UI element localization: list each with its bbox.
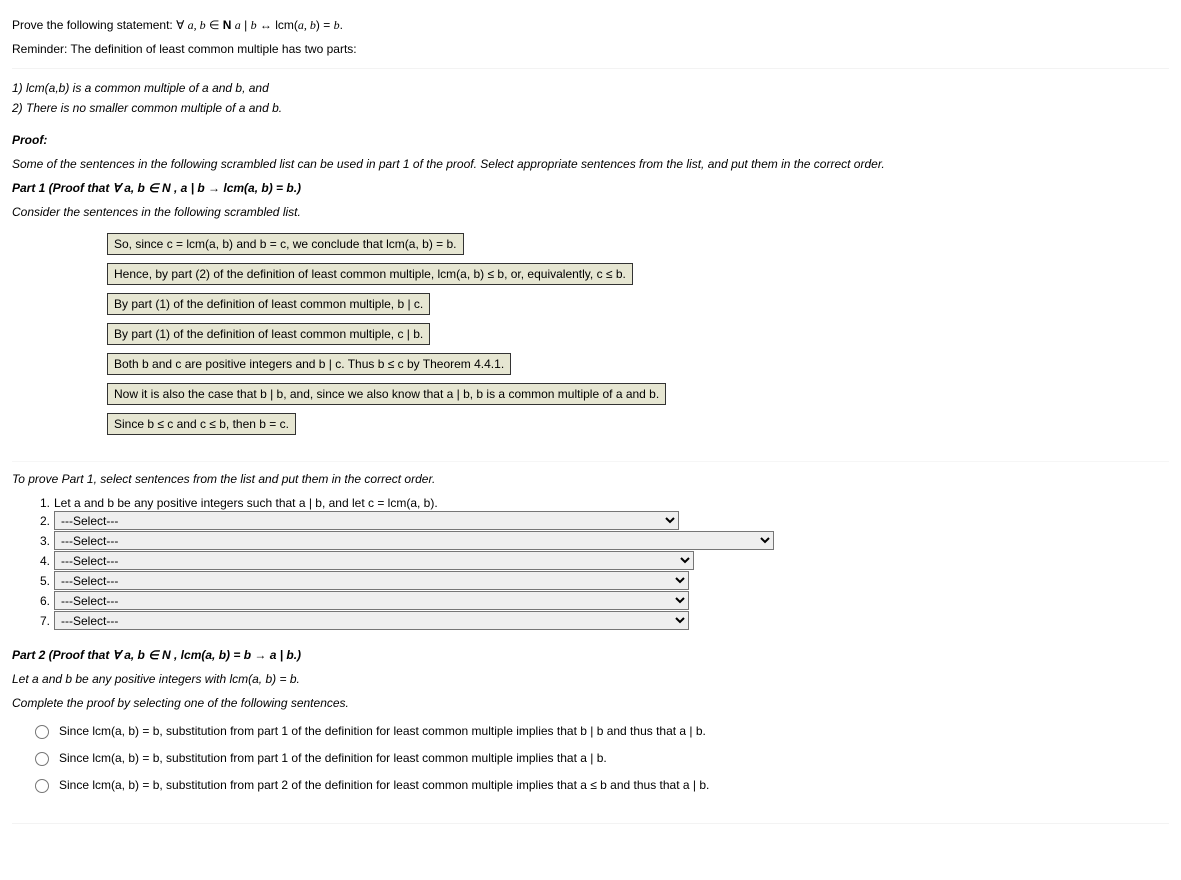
scrambled-item: So, since c = lcm(a, b) and b = c, we co… xyxy=(107,233,464,255)
radio-label: Since lcm(a, b) = b, substitution from p… xyxy=(59,724,706,738)
step-number: 2. xyxy=(32,514,50,528)
reminder-text: Reminder: The definition of least common… xyxy=(12,40,1169,58)
radio-option-3[interactable] xyxy=(35,779,49,793)
part2-let: Let a and b be any positive integers wit… xyxy=(12,670,1169,688)
scrambled-list: So, since c = lcm(a, b) and b = c, we co… xyxy=(107,229,1169,439)
step-6-select[interactable]: ---Select--- xyxy=(54,591,689,610)
step-3-select[interactable]: ---Select--- xyxy=(54,531,774,550)
step-number: 3. xyxy=(32,534,50,548)
step-number: 1. xyxy=(32,496,50,510)
definition-line-1: 1) lcm(a,b) is a common multiple of a an… xyxy=(12,79,1169,97)
scrambled-item: Since b ≤ c and c ≤ b, then b = c. xyxy=(107,413,296,435)
radio-options: Since lcm(a, b) = b, substitution from p… xyxy=(30,722,1169,793)
step-number: 7. xyxy=(32,614,50,628)
radio-option-2[interactable] xyxy=(35,752,49,766)
part2-complete: Complete the proof by selecting one of t… xyxy=(12,694,1169,712)
step-2-select[interactable]: ---Select--- xyxy=(54,511,679,530)
radio-label: Since lcm(a, b) = b, substitution from p… xyxy=(59,751,607,765)
definition-line-2: 2) There is no smaller common multiple o… xyxy=(12,99,1169,117)
scrambled-item: Now it is also the case that b | b, and,… xyxy=(107,383,666,405)
step-number: 4. xyxy=(32,554,50,568)
scrambled-item: By part (1) of the definition of least c… xyxy=(107,323,430,345)
proof-order-list: 1. Let a and b be any positive integers … xyxy=(32,496,1169,630)
divider xyxy=(12,68,1169,69)
step-number: 6. xyxy=(32,594,50,608)
scrambled-item: Hence, by part (2) of the definition of … xyxy=(107,263,633,285)
part1-heading: Part 1 (Proof that ∀ a, b ∈ N , a | b → … xyxy=(12,179,1169,197)
order-intro: To prove Part 1, select sentences from t… xyxy=(12,470,1169,488)
scrambled-item: By part (1) of the definition of least c… xyxy=(107,293,430,315)
divider xyxy=(12,461,1169,462)
part2-heading: Part 2 (Proof that ∀ a, b ∈ N , lcm(a, b… xyxy=(12,646,1169,664)
radio-option-1[interactable] xyxy=(35,725,49,739)
scrambled-item: Both b and c are positive integers and b… xyxy=(107,353,511,375)
divider xyxy=(12,823,1169,824)
consider-text: Consider the sentences in the following … xyxy=(12,203,1169,221)
step-4-select[interactable]: ---Select--- xyxy=(54,551,694,570)
prove-statement: Prove the following statement: ∀ a, b ∈ … xyxy=(12,16,1169,34)
step-5-select[interactable]: ---Select--- xyxy=(54,571,689,590)
step-number: 5. xyxy=(32,574,50,588)
radio-label: Since lcm(a, b) = b, substitution from p… xyxy=(59,778,709,792)
scramble-intro: Some of the sentences in the following s… xyxy=(12,155,1169,173)
step-1-text: Let a and b be any positive integers suc… xyxy=(54,496,438,510)
proof-label: Proof: xyxy=(12,131,1169,149)
step-7-select[interactable]: ---Select--- xyxy=(54,611,689,630)
